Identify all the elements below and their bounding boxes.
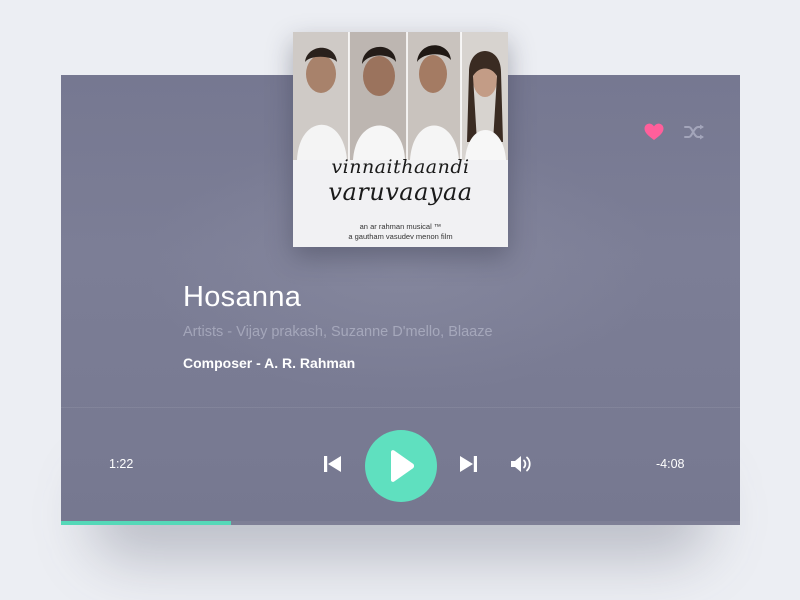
- album-credit-line1: an ar rahman musical ™: [359, 222, 442, 231]
- skip-next-icon: [460, 456, 477, 472]
- track-composer: Composer - A. R. Rahman: [183, 355, 356, 371]
- progress-fill: [61, 521, 231, 525]
- album-title-line2: varuvaayaa: [328, 178, 473, 206]
- controls-divider: [61, 407, 740, 408]
- album-credit-line2: a gautham vasudev menon film: [348, 232, 453, 241]
- previous-button[interactable]: [321, 454, 345, 474]
- volume-button[interactable]: [509, 453, 535, 475]
- stage: Hosanna Artists - Vijay prakash, Suzanne…: [0, 0, 800, 600]
- heart-icon: [644, 123, 664, 140]
- volume-icon: [511, 456, 531, 472]
- elapsed-time: 1:22: [109, 457, 134, 471]
- progress-bar[interactable]: [61, 521, 740, 525]
- album-title-line1: vinnaithaandi: [331, 156, 470, 178]
- skip-previous-icon: [324, 456, 341, 472]
- shuffle-button[interactable]: [684, 121, 706, 143]
- track-title: Hosanna: [183, 281, 302, 313]
- next-button[interactable]: [456, 454, 480, 474]
- shuffle-icon: [684, 124, 704, 140]
- like-button[interactable]: [643, 121, 665, 143]
- remaining-time: -4:08: [656, 457, 685, 471]
- track-artists: Artists - Vijay prakash, Suzanne D'mello…: [183, 324, 493, 340]
- album-photos: [293, 32, 508, 160]
- play-button[interactable]: [365, 430, 437, 502]
- play-icon: [391, 450, 415, 482]
- album-art: vinnaithaandi varuvaayaa an ar rahman mu…: [293, 32, 508, 247]
